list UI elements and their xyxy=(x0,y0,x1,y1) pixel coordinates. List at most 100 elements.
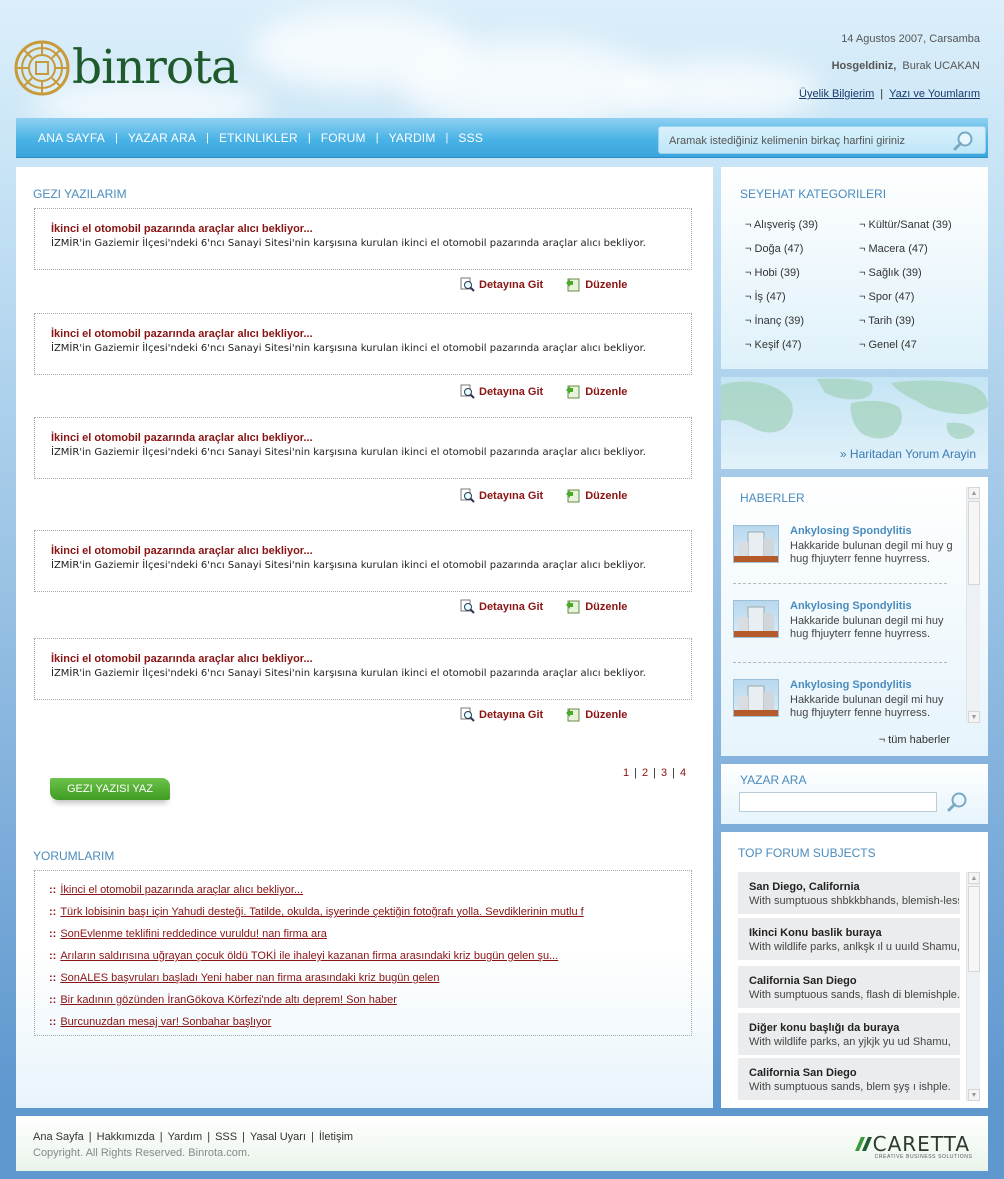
comment-link[interactable]: SonEvlenme teklifini reddedince vuruldu!… xyxy=(60,928,327,940)
news-scroll-thumb[interactable] xyxy=(968,501,980,585)
current-date: 14 Agustos 2007, Carsamba xyxy=(841,33,980,45)
list-item: :: İkinci el otomobil pazarında araçlar a… xyxy=(49,884,304,896)
edit-label: Düzenle xyxy=(585,278,628,291)
category-sport[interactable]: ¬ Spor (47) xyxy=(859,291,914,303)
edit-button[interactable]: Düzenle xyxy=(565,384,627,399)
news-thumbnail xyxy=(733,525,779,563)
news-headline[interactable]: Ankylosing Spondylitis xyxy=(790,679,912,691)
partner-logo[interactable]: CARETTA CREATIVE BUSINESS SOLUTIONS xyxy=(853,1132,972,1160)
my-comments-title: YORUMLARIM xyxy=(33,849,115,863)
detail-button[interactable]: Detayına Git xyxy=(460,599,543,614)
category-hobby[interactable]: ¬ Hobi (39) xyxy=(745,267,800,279)
forum-topic-title: Diğer konu başlığı da buraya xyxy=(749,1022,900,1034)
page-link-2[interactable]: 2 xyxy=(642,767,648,779)
category-general[interactable]: ¬ Genel (47 xyxy=(859,339,917,351)
account-info-link[interactable]: Üyelik Bilgierim xyxy=(799,88,874,100)
post-card: İkinci el otomobil pazarında araçlar alı… xyxy=(34,530,692,592)
scroll-down-icon[interactable]: ▼ xyxy=(968,711,980,723)
travel-categories-panel: SEYEHAT KATEGORILERI ¬ Alışveriş (39) ¬ … xyxy=(721,167,988,369)
page-link-4[interactable]: 4 xyxy=(680,767,686,779)
edit-button[interactable]: Düzenle xyxy=(565,277,627,292)
forum-topic[interactable]: Diğer konu başlığı da buraya With wildli… xyxy=(738,1013,960,1055)
detail-button[interactable]: Detayına Git xyxy=(460,384,543,399)
category-history[interactable]: ¬ Tarih (39) xyxy=(859,315,915,327)
forum-topic-summary: With wildlife parks, an yjkjk yu ud Sham… xyxy=(749,1036,951,1048)
nav-help[interactable]: YARDIM xyxy=(389,131,436,145)
detail-button[interactable]: Detayına Git xyxy=(460,488,543,503)
category-business[interactable]: ¬ İş (47) xyxy=(745,291,786,303)
category-discovery[interactable]: ¬ Keşif (47) xyxy=(745,339,802,351)
author-search-input[interactable] xyxy=(739,792,937,812)
comment-link[interactable]: Burcunuzdan mesaj var! Sonbahar başlıyor xyxy=(60,1016,271,1028)
forum-scrollbar[interactable]: ▲ ▼ xyxy=(966,872,980,1101)
post-actions: Detayına Git Düzenle xyxy=(460,384,649,399)
footer-link-home[interactable]: Ana Sayfa xyxy=(33,1131,84,1143)
page-link-3[interactable]: 3 xyxy=(661,767,667,779)
category-culture-art[interactable]: ¬ Kültür/Sanat (39) xyxy=(859,219,952,231)
post-title[interactable]: İkinci el otomobil pazarında araçlar alı… xyxy=(51,545,313,557)
forum-topic[interactable]: San Diego, California With sumptuous shb… xyxy=(738,872,960,914)
forum-topic[interactable]: Ikinci Konu baslik buraya With wildlife … xyxy=(738,918,960,960)
site-search xyxy=(658,126,986,154)
main-nav: ANA SAYFA | YAZAR ARA | ETKINLIKLER | FO… xyxy=(16,118,988,158)
search-icon[interactable] xyxy=(953,130,975,152)
comment-link[interactable]: SonALES başvruları başladı Yeni haber na… xyxy=(60,972,439,984)
forum-topic[interactable]: California San Diego With sumptuous sand… xyxy=(738,966,960,1008)
forum-topic[interactable]: California San Diego With sumptuous sand… xyxy=(738,1058,960,1100)
map-search-link[interactable]: » Haritadan Yorum Arayin xyxy=(840,447,976,461)
detail-button[interactable]: Detayına Git xyxy=(460,707,543,722)
comment-link[interactable]: Bir kadının gözünden İranGökova Körfezi'… xyxy=(60,994,397,1006)
footer-link-help[interactable]: Yardım xyxy=(168,1131,203,1143)
magnifier-icon xyxy=(460,488,475,503)
scroll-up-icon[interactable]: ▲ xyxy=(968,487,980,499)
logo[interactable]: binrota xyxy=(14,40,239,96)
post-title[interactable]: İkinci el otomobil pazarında araçlar alı… xyxy=(51,328,313,340)
edit-button[interactable]: Düzenle xyxy=(565,599,627,614)
category-health[interactable]: ¬ Sağlık (39) xyxy=(859,267,922,279)
post-title[interactable]: İkinci el otomobil pazarında araçlar alı… xyxy=(51,653,313,665)
nav-home[interactable]: ANA SAYFA xyxy=(38,131,105,145)
post-title[interactable]: İkinci el otomobil pazarında araçlar alı… xyxy=(51,432,313,444)
account-links: Üyelik Bilgierim | Yazı ve Youmlarım xyxy=(799,88,980,100)
nav-faq[interactable]: SSS xyxy=(458,131,483,145)
detail-label: Detayına Git xyxy=(479,385,544,398)
news-headline[interactable]: Ankylosing Spondylitis xyxy=(790,600,912,612)
comment-link[interactable]: İkinci el otomobil pazarında araçlar alı… xyxy=(60,884,303,896)
forum-topic-summary: With sumptuous sands, blem şyş ı ishple. xyxy=(749,1081,951,1093)
edit-button[interactable]: Düzenle xyxy=(565,488,627,503)
author-search-panel: YAZAR ARA xyxy=(721,764,988,824)
footer-link-contact[interactable]: İletişim xyxy=(319,1131,353,1143)
category-adventure[interactable]: ¬ Macera (47) xyxy=(859,243,928,255)
scroll-up-icon[interactable]: ▲ xyxy=(968,872,980,884)
all-news-link[interactable]: ¬ tüm haberler xyxy=(879,734,950,746)
post-card: İkinci el otomobil pazarında araçlar alı… xyxy=(34,208,692,270)
search-icon[interactable] xyxy=(947,791,969,813)
detail-button[interactable]: Detayına Git xyxy=(460,277,543,292)
nav-forum[interactable]: FORUM xyxy=(321,131,366,145)
post-body: İZMİR'in Gaziemir İlçesi'ndeki 6'ncı San… xyxy=(51,560,646,571)
category-shopping[interactable]: ¬ Alışveriş (39) xyxy=(745,219,818,231)
detail-label: Detayına Git xyxy=(479,600,544,613)
news-headline[interactable]: Ankylosing Spondylitis xyxy=(790,525,912,537)
post-title[interactable]: İkinci el otomobil pazarında araçlar alı… xyxy=(51,223,313,235)
comment-link[interactable]: Arıların saldırısına uğrayan çocuk öldü … xyxy=(60,950,558,962)
news-scrollbar[interactable]: ▲ ▼ xyxy=(966,487,980,723)
my-posts-link[interactable]: Yazı ve Youmlarım xyxy=(889,88,980,100)
footer-link-faq[interactable]: SSS xyxy=(215,1131,237,1143)
post-actions: Detayına Git Düzenle xyxy=(460,599,649,614)
footer-link-legal[interactable]: Yasal Uyarı xyxy=(250,1131,306,1143)
page-link-1[interactable]: 1 xyxy=(623,767,629,779)
category-nature[interactable]: ¬ Doğa (47) xyxy=(745,243,803,255)
write-travel-post-button[interactable]: GEZI YAZISI YAZ xyxy=(50,778,170,800)
map-search-banner[interactable]: » Haritadan Yorum Arayin xyxy=(721,377,988,469)
scroll-down-icon[interactable]: ▼ xyxy=(968,1089,980,1101)
nav-author-search[interactable]: YAZAR ARA xyxy=(128,131,196,145)
footer-link-about[interactable]: Hakkımızda xyxy=(97,1131,155,1143)
site-search-input[interactable] xyxy=(669,133,939,149)
edit-button[interactable]: Düzenle xyxy=(565,707,627,722)
category-faith[interactable]: ¬ İnanç (39) xyxy=(745,315,804,327)
nav-events[interactable]: ETKINLIKLER xyxy=(219,131,298,145)
forum-scroll-thumb[interactable] xyxy=(968,886,980,972)
post-card: İkinci el otomobil pazarında araçlar alı… xyxy=(34,638,692,700)
comment-link[interactable]: Türk lobisinin başı için Yahudi desteği.… xyxy=(60,906,583,918)
